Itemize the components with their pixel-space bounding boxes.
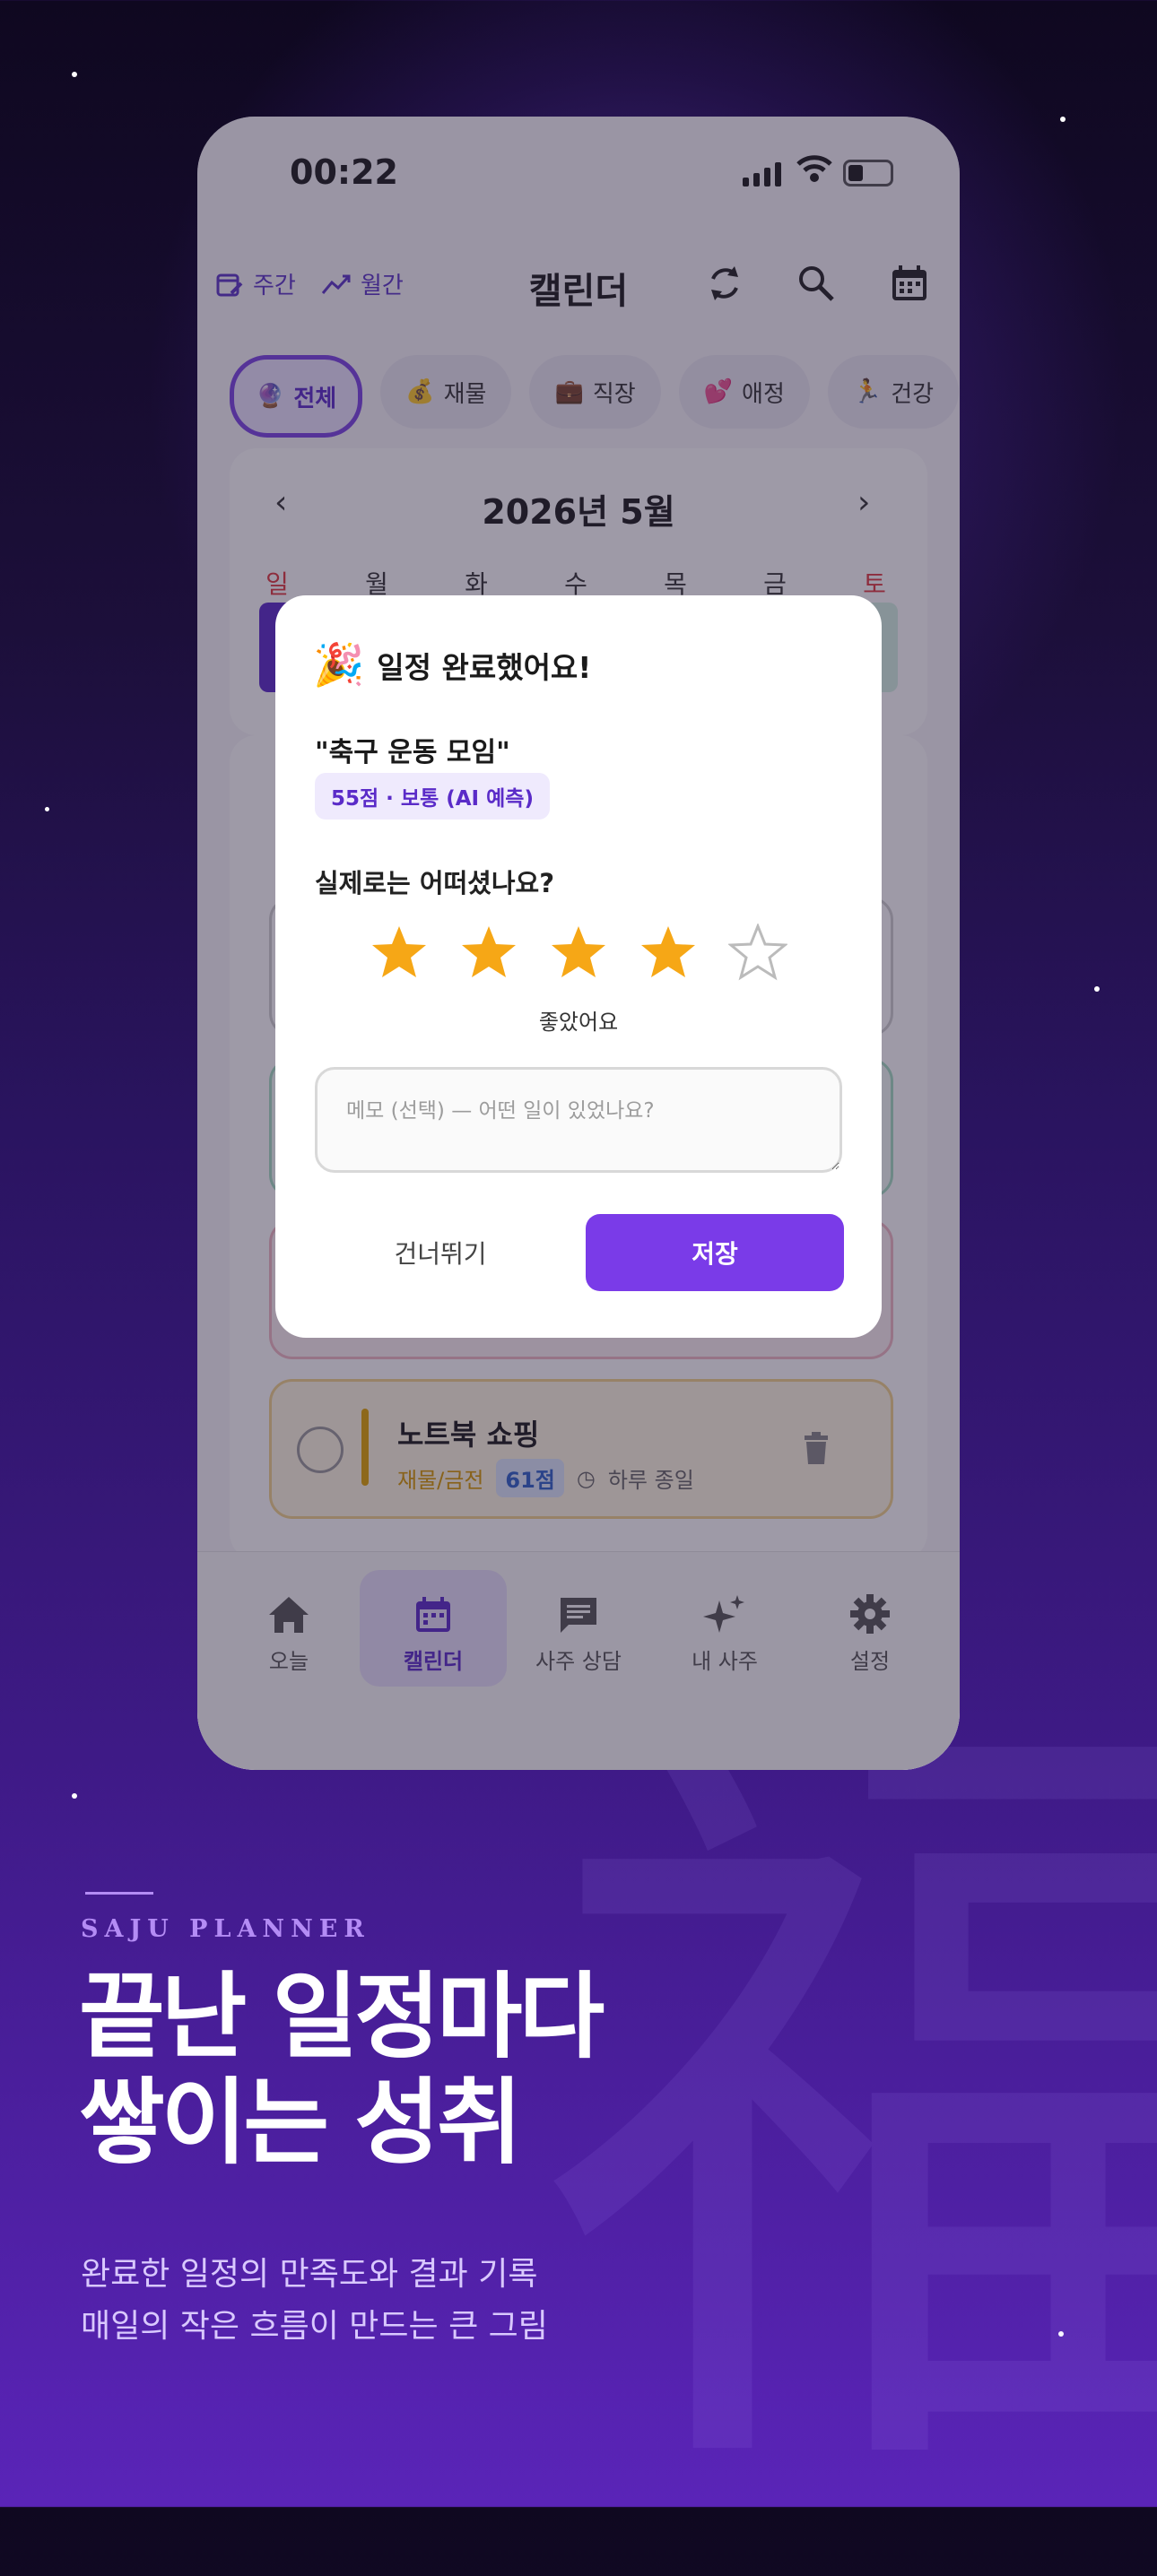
star-empty-icon[interactable] — [728, 924, 787, 983]
party-popper-icon: 🎉 — [313, 640, 365, 689]
star-filled-icon[interactable] — [549, 924, 608, 983]
star-decoration — [72, 1793, 77, 1799]
promo-subtitle: 완료한 일정의 만족도와 결과 기록 매일의 작은 흐름이 만드는 큰 그림 — [81, 2249, 548, 2353]
phone-screen: 00:22 주간 월간 캘린더 🔮 전체 💰 재물 💼 직장 💕 애정 🏃 건강… — [197, 117, 960, 1770]
tagline-rule — [85, 1892, 153, 1895]
subtitle-line-1: 완료한 일정의 만족도와 결과 기록 — [81, 2256, 538, 2293]
star-filled-icon[interactable] — [459, 924, 518, 983]
headline-line-2: 쌓이는 성취 — [79, 2068, 523, 2177]
rating-question: 실제로는 어떠셨나요? — [315, 868, 555, 898]
watermark-character: 福 — [538, 1637, 1157, 2576]
star-rating — [275, 924, 882, 983]
rating-label: 좋았어요 — [538, 1010, 619, 1035]
dialog-title: 일정 완료했어요! — [377, 649, 592, 685]
ai-score-badge: 55점 · 보통 (AI 예측) — [315, 773, 550, 820]
promo-headline: 끝난 일정마다 쌓이는 성취 — [79, 1962, 605, 2177]
event-name: "축구 운동 모임" — [315, 737, 510, 768]
star-filled-icon[interactable] — [370, 924, 429, 983]
star-decoration — [72, 72, 77, 77]
star-decoration — [45, 807, 49, 811]
subtitle-line-2: 매일의 작은 흐름이 만드는 큰 그림 — [81, 2308, 548, 2345]
star-decoration — [1094, 986, 1100, 992]
star-filled-icon[interactable] — [639, 924, 698, 983]
skip-button[interactable]: 건너뛰기 — [315, 1214, 566, 1291]
memo-input[interactable] — [315, 1067, 842, 1173]
dialog-header: 🎉 일정 완료했어요! — [313, 640, 591, 690]
completion-dialog: 🎉 일정 완료했어요! "축구 운동 모임" 55점 · 보통 (AI 예측) … — [275, 595, 882, 1338]
save-button[interactable]: 저장 — [586, 1214, 844, 1291]
headline-line-1: 끝난 일정마다 — [79, 1962, 605, 2071]
brand-tagline: SAJU PLANNER — [81, 1915, 370, 1943]
star-decoration — [1060, 117, 1066, 122]
